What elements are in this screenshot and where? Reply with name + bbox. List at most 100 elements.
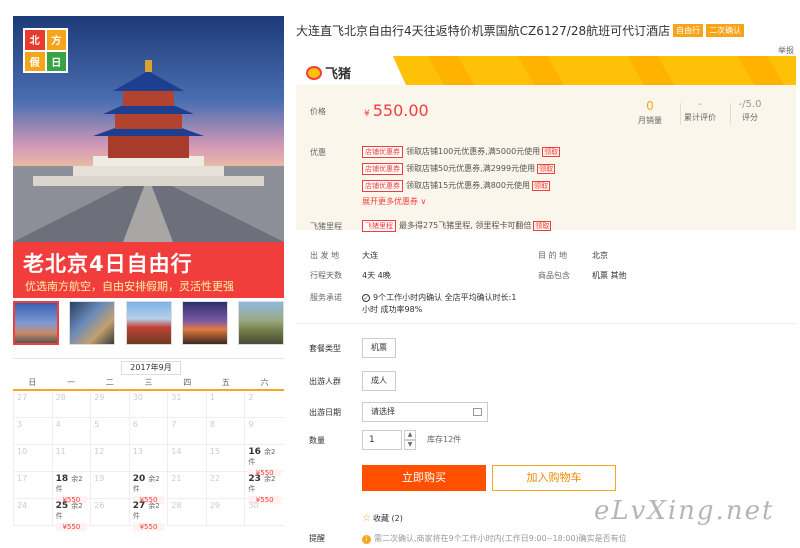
people-option-adult[interactable]: 成人 [362,371,396,391]
weekday-label: 三 [144,378,153,387]
add-to-cart-button[interactable]: 加入购物车 [492,465,616,491]
brand-stripe [517,56,565,85]
info-icon: i [362,535,371,544]
destination-value: 北京 [592,251,608,260]
star-icon: ☆ [362,513,371,524]
thumbnail-2[interactable] [69,301,116,345]
calendar-day-available[interactable]: 27 余2件 ¥550 [129,499,169,531]
weekday-label: 二 [105,378,114,387]
thumbnail-5[interactable] [238,301,284,345]
buy-now-button[interactable]: 立即购买 [362,465,486,491]
calendar-day-available[interactable]: 18 余2件 ¥550 [52,472,92,504]
calendar-day: 29 [206,499,246,526]
calendar-day: 12 [91,445,130,472]
claim-coupon-button[interactable]: 领取 [542,147,561,157]
day-price: ¥550 [55,523,88,531]
quantity-label: 数量 [309,436,325,445]
coupon-tag: 店铺优惠券 [362,146,403,158]
calendar-day: 5 [91,418,130,445]
quantity-input[interactable]: 1 [362,430,402,450]
day-number: 30 [132,393,143,402]
quantity-increase-button[interactable]: ▲ [404,430,416,440]
product-title: 大连直飞北京自由行4天往返特价机票国航CZ6127/28航班可代订酒店 [296,24,671,38]
day-number: 27 [132,501,146,511]
calendar-day: 7 [168,418,207,445]
day-price: ¥550 [132,523,165,531]
calendar-day: 24 [14,499,53,526]
logo-char: 假 [25,51,45,71]
claim-mileage-button[interactable]: 领取 [533,221,552,231]
calendar-day: 26 [91,499,130,526]
calendar-weekdays: 日一二三四五六 [13,376,284,391]
calendar-day: 15 [206,445,246,472]
day-number: 28 [55,393,66,402]
calendar-icon[interactable] [473,408,482,416]
day-number: 2 [248,393,254,402]
thumbnail-1[interactable] [13,301,59,345]
day-number: 10 [17,447,28,456]
calendar-day-available[interactable]: 23 余2件 ¥550 [245,472,284,504]
promise-line-2: 小时 成功率98% [362,305,423,314]
day-number: 17 [17,474,28,483]
calendar-day: 21 [168,472,207,499]
rating-label: 评分 [742,113,758,122]
more-coupons-link[interactable]: 展开更多优惠券 ∨ [362,196,426,207]
people-label: 出游人群 [309,377,341,386]
calendar-day: 17 [14,472,53,499]
calendar-grid: 27 28 29 30 31 1 2 3 4 5 6 7 8 9 10 11 12 13 14 15 16 余2件 ¥550… [13,391,284,531]
favorite-label: 收藏 [372,514,389,523]
brand-stripe [737,56,785,85]
calendar-month[interactable]: 2017年9月 [121,361,181,375]
fliggy-icon [306,66,322,80]
coupon-row: 店铺优惠券 领取店铺100元优惠券,满5000元使用 领取 [362,146,561,158]
remind-label: 提醒 [309,534,325,543]
logo-char: 日 [46,51,66,71]
calendar-day: 30 [129,391,169,418]
calendar-header: 2017年9月 [13,358,284,376]
day-number: 29 [209,501,221,510]
calendar-day-available[interactable]: 16 余2件 ¥550 [245,445,284,477]
day-number: 28 [171,501,182,510]
calendar-day: 31 [168,391,207,418]
quantity-decrease-button[interactable]: ▼ [404,440,416,450]
days-value: 4天 4晚 [362,271,391,280]
logo-char: 方 [46,30,66,50]
calendar-day: 14 [168,445,207,472]
stock-text: 库存12件 [427,435,462,444]
thumbnail-4[interactable] [181,301,228,345]
favorite-button[interactable]: ☆ 收藏 (2) [362,513,403,524]
claim-coupon-button[interactable]: 领取 [532,181,550,191]
includes-value: 机票 其他 [592,271,627,280]
thumbnail-3[interactable] [125,301,172,345]
rating-value: -/5.0 [738,99,762,110]
weekday-label: 五 [221,378,230,387]
day-number: 19 [94,474,105,483]
trip-info: 出 发 地 大连 目 的 地 北京 行程天数 4天 4晚 商品包含 机票 其他 … [296,232,796,324]
favorite-count: (2) [391,514,403,523]
claim-coupon-button[interactable]: 领取 [537,164,556,174]
depart-value: 大连 [362,251,378,260]
day-number: 25 [55,501,69,511]
days-label: 行程天数 [310,271,342,280]
day-number: 31 [171,393,182,402]
calendar-day: 3 [14,418,53,445]
currency-symbol: ¥ [364,109,370,119]
calendar-day: 4 [52,418,92,445]
check-icon: ✓ [362,294,370,302]
calendar-day-available[interactable]: 25 余2件 ¥550 [52,499,92,531]
package-option-flight[interactable]: 机票 [362,338,396,358]
travel-date-input[interactable]: 请选择 [362,402,488,422]
calendar-day: 6 [129,418,169,445]
weekday-label: 六 [260,378,269,387]
calendar-day-available[interactable]: 20 余2件 ¥550 [129,472,169,504]
report-link[interactable]: 举报 [778,45,794,56]
day-number: 1 [209,393,215,402]
calendar-day: 27 [14,391,53,418]
calendar-day: 2 [245,391,284,418]
package-label: 套餐类型 [309,344,341,353]
beifang-holiday-logo: 北 方 假 日 [23,28,68,73]
remind-notice: i 需二次确认,商家将在9个工作小时内(工作日9:00--18:00)确实是否有位 [362,533,627,544]
date-label: 出游日期 [309,408,341,417]
day-number: 12 [94,447,105,456]
calendar-day: 22 [206,472,246,499]
